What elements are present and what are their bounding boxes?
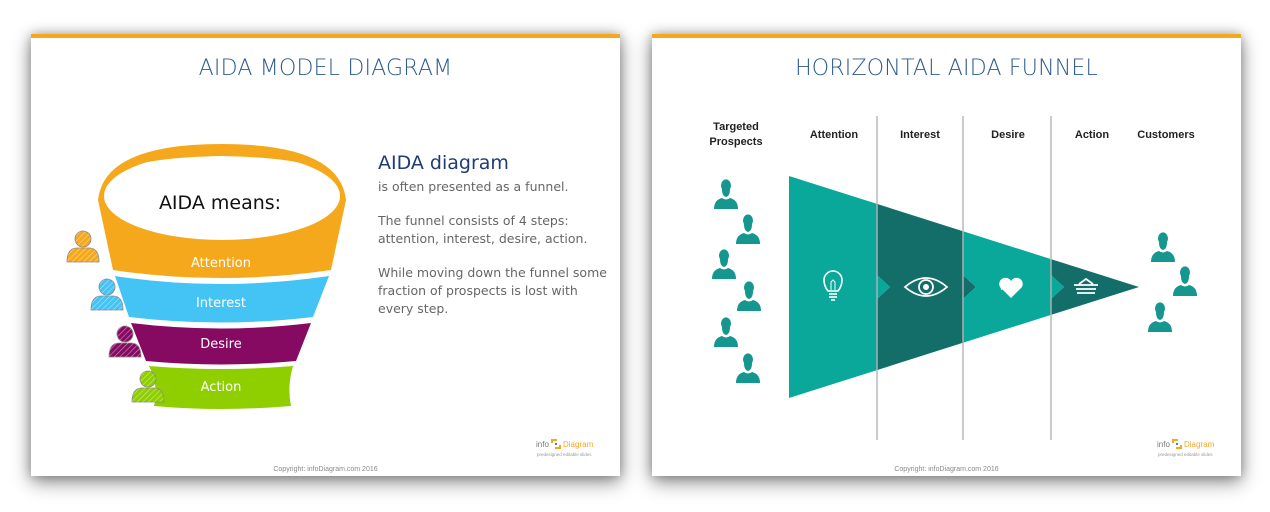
funnel-step-label: Desire xyxy=(200,337,241,352)
logo-tagline: predesigned editable slides xyxy=(1158,452,1213,457)
slide-aida-model: AIDA MODEL DIAGRAM AIDA means: Attention… xyxy=(31,34,620,476)
logo-text-diagram: Diagram xyxy=(563,440,594,449)
prospect-person-icon xyxy=(736,353,760,383)
logo-mark-icon xyxy=(1172,439,1182,449)
infodiagram-logo: info Diagram predesigned editable slides xyxy=(536,438,606,460)
customer-person-icon xyxy=(1173,266,1197,296)
infodiagram-logo: info Diagram predesigned editable slides xyxy=(1157,438,1227,460)
prospect-person-icon xyxy=(736,214,760,244)
description-block: AIDA diagram is often presented as a fun… xyxy=(378,152,608,334)
funnel-step-label: Attention xyxy=(191,256,251,271)
customer-group xyxy=(1148,232,1197,332)
prospect-person-icon xyxy=(737,281,761,311)
funnel-top-label: AIDA means: xyxy=(159,192,281,214)
description-paragraph: The funnel consists of 4 steps: attentio… xyxy=(378,213,588,246)
horizontal-funnel xyxy=(712,116,1197,440)
copyright: Copyright: infoDiagram.com 2016 xyxy=(273,466,378,473)
logo-text-info: info xyxy=(1157,440,1170,449)
copyright: Copyright: infoDiagram.com 2016 xyxy=(894,466,999,473)
description-heading: AIDA diagram xyxy=(378,152,509,174)
customer-person-icon xyxy=(1148,302,1172,332)
prospect-person-icon xyxy=(712,249,736,279)
logo-tagline: predesigned editable slides xyxy=(537,452,592,457)
funnel-step-label: Interest xyxy=(196,296,246,311)
description-paragraph: is often presented as a funnel. xyxy=(378,179,569,194)
customer-person-icon xyxy=(1151,232,1175,262)
logo-text-info: info xyxy=(536,440,549,449)
prospect-person-icon xyxy=(714,317,738,347)
prospect-group xyxy=(712,179,761,383)
description-paragraph: While moving down the funnel some fracti… xyxy=(378,265,607,316)
funnel-segment-action xyxy=(1051,259,1139,315)
funnel-step-label: Action xyxy=(201,380,242,395)
slide-horizontal-funnel: HORIZONTAL AIDA FUNNEL Targeted Prospect… xyxy=(652,34,1241,476)
logo-mark-icon xyxy=(551,439,561,449)
prospect-person-icon xyxy=(714,179,738,209)
funnel-segment-attention xyxy=(789,176,890,398)
logo-text-diagram: Diagram xyxy=(1184,440,1215,449)
person-icon-orange xyxy=(66,230,100,263)
